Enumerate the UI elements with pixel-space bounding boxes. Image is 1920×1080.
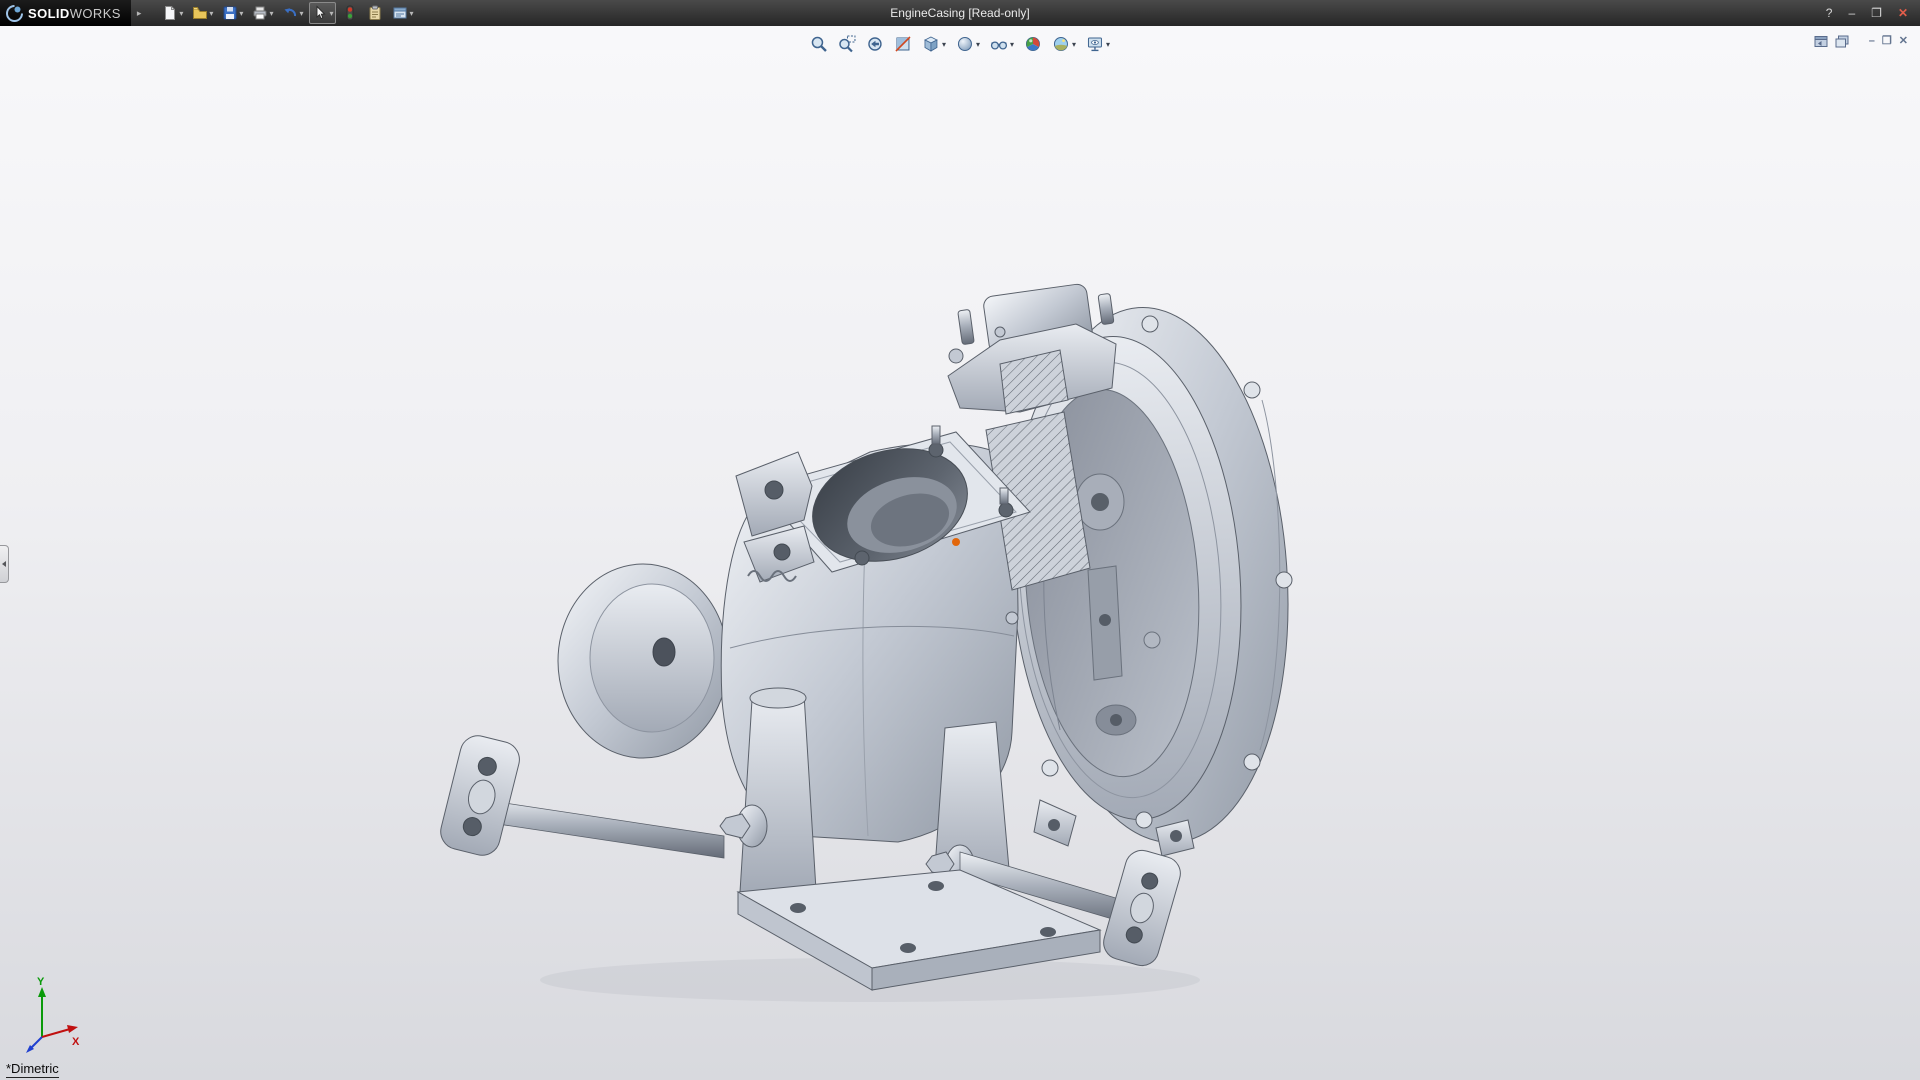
select-cursor-icon bbox=[317, 5, 326, 20]
file-properties-button[interactable] bbox=[364, 2, 386, 24]
dropdown-arrow-icon[interactable]: ▾ bbox=[409, 9, 413, 18]
dropdown-arrow-icon[interactable]: ▾ bbox=[269, 9, 273, 18]
minimize-button[interactable]: – bbox=[1848, 0, 1855, 26]
apply-scene-icon bbox=[1054, 37, 1069, 51]
window-controls: ? – ❐ ✕ bbox=[1826, 0, 1920, 26]
brand-name: SOLIDWORKS bbox=[28, 6, 121, 21]
display-style-button[interactable]: ▾ bbox=[955, 34, 981, 54]
dropdown-arrow-icon[interactable]: ▾ bbox=[179, 9, 183, 18]
dropdown-arrow-icon[interactable]: ▾ bbox=[1072, 40, 1076, 49]
menu-expand-arrow-icon[interactable]: ▸ bbox=[137, 8, 142, 19]
view-orientation-cube-icon bbox=[924, 36, 938, 52]
dropdown-arrow-icon[interactable]: ▾ bbox=[976, 40, 980, 49]
options-icon bbox=[393, 7, 407, 19]
dropdown-arrow-icon[interactable]: ▾ bbox=[942, 40, 946, 49]
title-bar: SOLIDWORKS ▸ ▾ ▾ ▾ ▾ ▾ ▾ ▾ EngineCasing … bbox=[0, 0, 1920, 26]
orientation-triad: Y X bbox=[26, 976, 80, 1053]
triad-y-label: Y bbox=[37, 976, 45, 988]
zoom-to-area-button[interactable] bbox=[837, 34, 857, 54]
dropdown-arrow-icon[interactable]: ▾ bbox=[299, 9, 303, 18]
brand-bold: SOLID bbox=[28, 5, 70, 21]
open-document-button[interactable]: ▾ bbox=[189, 2, 216, 24]
maximize-button[interactable]: ❐ bbox=[1871, 0, 1882, 26]
previous-view-icon bbox=[868, 37, 882, 51]
dropdown-arrow-icon[interactable]: ▾ bbox=[329, 9, 333, 18]
task-pane-collapse-tab[interactable] bbox=[0, 545, 9, 583]
section-view-icon bbox=[895, 36, 911, 52]
new-document-icon bbox=[165, 6, 176, 20]
origin-marker[interactable] bbox=[952, 538, 960, 546]
heads-up-view-toolbar: ▾ ▾ ▾ ▾ ▾ bbox=[809, 34, 1111, 54]
save-button[interactable]: ▾ bbox=[219, 2, 246, 24]
main-toolbar: ▾ ▾ ▾ ▾ ▾ ▾ ▾ bbox=[159, 2, 416, 24]
undo-icon bbox=[284, 8, 297, 17]
print-icon bbox=[253, 6, 267, 20]
view-settings-button[interactable]: ▾ bbox=[1085, 34, 1111, 54]
graphics-viewport[interactable]: ▾ ▾ ▾ ▾ ▾ – ❐ ✕ Y X *Dimetric bbox=[0, 26, 1920, 1080]
zoom-to-fit-button[interactable] bbox=[809, 34, 829, 54]
hide-show-items-button[interactable]: ▾ bbox=[989, 34, 1015, 54]
clutch-cover-disc bbox=[557, 563, 729, 759]
dropdown-arrow-icon[interactable]: ▾ bbox=[209, 9, 213, 18]
zoom-to-fit-icon bbox=[811, 36, 827, 52]
doc-close-button[interactable]: ✕ bbox=[1899, 34, 1908, 48]
document-window-controls: – ❐ ✕ bbox=[1814, 34, 1908, 48]
close-button[interactable]: ✕ bbox=[1898, 0, 1908, 26]
3ds-logo-icon bbox=[6, 4, 23, 22]
window-cascade-icon[interactable] bbox=[1835, 35, 1849, 48]
select-button[interactable]: ▾ bbox=[309, 2, 337, 24]
dropdown-arrow-icon[interactable]: ▾ bbox=[1106, 40, 1110, 49]
zoom-to-area-icon bbox=[839, 35, 856, 53]
rebuild-traffic-light-icon bbox=[346, 5, 354, 21]
new-document-button[interactable]: ▾ bbox=[159, 2, 186, 24]
dropdown-arrow-icon[interactable]: ▾ bbox=[239, 9, 243, 18]
file-properties-icon bbox=[369, 5, 381, 20]
undo-button[interactable]: ▾ bbox=[279, 2, 306, 24]
display-style-icon bbox=[957, 37, 972, 51]
app-logo[interactable]: SOLIDWORKS bbox=[0, 0, 131, 26]
section-view-button[interactable] bbox=[893, 34, 913, 54]
edit-appearance-button[interactable] bbox=[1023, 34, 1043, 54]
open-document-icon bbox=[193, 7, 208, 19]
rebuild-button[interactable] bbox=[339, 2, 361, 24]
triad-x-label: X bbox=[72, 1036, 80, 1048]
apply-scene-button[interactable]: ▾ bbox=[1051, 34, 1077, 54]
left-mount-rod bbox=[440, 735, 768, 859]
brand-light: WORKS bbox=[69, 5, 121, 21]
collapse-arrow-icon bbox=[2, 561, 6, 567]
engine-casing-3d-model[interactable] bbox=[400, 280, 1360, 1040]
options-button[interactable]: ▾ bbox=[389, 2, 416, 24]
doc-minimize-button[interactable]: – bbox=[1869, 34, 1875, 48]
glasses-icon bbox=[990, 41, 1008, 50]
view-settings-icon bbox=[1088, 37, 1103, 52]
save-icon bbox=[223, 6, 237, 20]
document-title: EngineCasing [Read-only] bbox=[890, 6, 1030, 20]
dropdown-arrow-icon[interactable]: ▾ bbox=[1010, 40, 1014, 49]
help-button[interactable]: ? bbox=[1826, 0, 1833, 26]
previous-view-button[interactable] bbox=[865, 34, 885, 54]
window-tile-icon[interactable] bbox=[1814, 35, 1828, 48]
print-button[interactable]: ▾ bbox=[249, 2, 276, 24]
view-orientation-label: *Dimetric bbox=[6, 1061, 59, 1078]
doc-restore-button[interactable]: ❐ bbox=[1882, 34, 1892, 48]
edit-appearance-ball-icon bbox=[1026, 37, 1041, 51]
view-orientation-button[interactable]: ▾ bbox=[921, 34, 947, 54]
